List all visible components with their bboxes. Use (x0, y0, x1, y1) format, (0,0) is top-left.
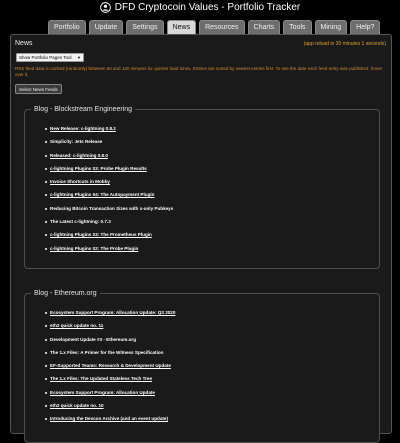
list-item: Simplicity: Jets Release (45, 137, 173, 150)
title-wrap: DFD Cryptocoin Values - Portfolio Tracke… (99, 2, 301, 13)
list-item: eth2 quick update no. 11 (45, 321, 175, 334)
select-news-feeds-button[interactable]: Select News Feeds (15, 84, 62, 94)
feed-entry-link[interactable]: Introducing the Devcon Archive (and an e… (50, 416, 168, 421)
feed-entry-list: Ecosystem Support Program: Allocation Up… (45, 308, 175, 428)
feed-entry-link[interactable]: Simplicity: Jets Release (50, 139, 102, 144)
app-title: DFD Cryptocoin Values - Portfolio Tracke… (114, 2, 301, 13)
tab-settings[interactable]: Settings (126, 20, 164, 34)
list-item: EF-Supported Teams: Research & Developme… (45, 361, 175, 374)
list-item: Invoice Shortcuts in Mobby (45, 177, 173, 190)
panel-title: News (15, 40, 33, 47)
app-header: DFD Cryptocoin Values - Portfolio Tracke… (0, 0, 400, 18)
tab-tools[interactable]: Tools (283, 20, 312, 34)
tab-resources[interactable]: Resources (199, 20, 245, 34)
main-tabs: Portfolio Update Settings News Resources… (48, 20, 381, 34)
news-panel: News (app reload in 30 minutes 1 seconds… (10, 34, 392, 443)
list-item: c-lightning Plugins 02: The Probe Plugin (45, 244, 173, 257)
list-item: eth2 quick update no. 10 (45, 401, 175, 414)
feed-entry-link[interactable]: c-lightning Plugins 02: The Probe Plugin (50, 246, 138, 251)
tab-charts[interactable]: Charts (247, 20, 281, 34)
feed-entry-link[interactable]: Development Update #3 - Ethereum.org (50, 337, 136, 342)
tab-mining[interactable]: Mining (314, 20, 348, 34)
tab-help[interactable]: Help? (350, 20, 381, 34)
feed-box-blockstream: Blog - Blockstream Engineering New Relea… (24, 105, 380, 269)
list-item: New Release: c-lightning 0.8.2 (45, 124, 173, 137)
feed-title: Blog - Ethereum.org (31, 289, 100, 298)
feed-entry-link[interactable]: The 1.x Files: A Primer for the Witness … (50, 350, 163, 355)
feed-entry-link[interactable]: c-lightning Plugins 03: The Prometheus P… (50, 232, 152, 237)
feed-entry-link[interactable]: The Latest c-lightning: 0.7.3 (50, 219, 111, 224)
reload-status: (app reload in 30 minutes 1 seconds) (303, 41, 386, 47)
feed-box-ethereum: Blog - Ethereum.org Ecosystem Support Pr… (24, 289, 380, 443)
tab-update[interactable]: Update (88, 20, 124, 34)
tab-portfolio[interactable]: Portfolio (48, 20, 86, 34)
list-item: c-lightning Plugins 03: The Prometheus P… (45, 230, 173, 243)
feed-entry-link[interactable]: EF-Supported Teams: Research & Developme… (50, 363, 171, 368)
feed-entry-link[interactable]: Ecosystem Support Program: Allocation Up… (50, 390, 155, 395)
list-item: Development Update #3 - Ethereum.org (45, 335, 175, 348)
list-item: The 1.x Files: A Primer for the Witness … (45, 348, 175, 361)
feed-entry-link[interactable]: Invoice Shortcuts in Mobby (50, 179, 110, 184)
feed-entry-link[interactable]: Released: c-lightning 0.8.0 (50, 153, 108, 158)
list-item: c-lightning Plugins 04: The Autopayment … (45, 190, 173, 203)
rss-cache-note: RSS feed data is cached (randomly) betwe… (15, 66, 383, 77)
list-item: c-lightning Plugins 03: Probe Plugin Res… (45, 164, 173, 177)
feed-entry-link[interactable]: Reducing Bitcoin Transaction Sizes with … (50, 206, 173, 211)
list-item: The 1.x Files: The Updated Stateless Tec… (45, 374, 175, 387)
bitcoin-user-icon (99, 2, 111, 13)
feed-select-value: Show Portfolio Pages Tool (19, 55, 72, 60)
list-item: Ecosystem Support Program: Allocation Up… (45, 308, 175, 321)
feed-title: Blog - Blockstream Engineering (31, 105, 136, 114)
feed-select[interactable]: Show Portfolio Pages Tool ▼ (16, 53, 84, 62)
feed-entry-link[interactable]: eth2 quick update no. 10 (50, 403, 104, 408)
feed-entry-link[interactable]: c-lightning Plugins 03: Probe Plugin Res… (50, 166, 147, 171)
list-item: Introducing the Devcon Archive (and an e… (45, 414, 175, 427)
feed-entry-link[interactable]: Ecosystem Support Program: Allocation Up… (50, 310, 175, 315)
feed-entry-link[interactable]: c-lightning Plugins 04: The Autopayment … (50, 192, 154, 197)
feed-entry-link[interactable]: New Release: c-lightning 0.8.2 (50, 126, 116, 131)
list-item: The Latest c-lightning: 0.7.3 (45, 217, 173, 230)
feed-entry-list: New Release: c-lightning 0.8.2 Simplicit… (45, 124, 173, 257)
list-item: Released: c-lightning 0.8.0 (45, 151, 173, 164)
list-item: Reducing Bitcoin Transaction Sizes with … (45, 204, 173, 217)
list-item: Ecosystem Support Program: Allocation Up… (45, 388, 175, 401)
feed-entry-link[interactable]: eth2 quick update no. 11 (50, 323, 103, 328)
feed-entry-link[interactable]: The 1.x Files: The Updated Stateless Tec… (50, 376, 152, 381)
tab-news[interactable]: News (166, 20, 197, 34)
chevron-down-icon: ▼ (77, 55, 81, 60)
